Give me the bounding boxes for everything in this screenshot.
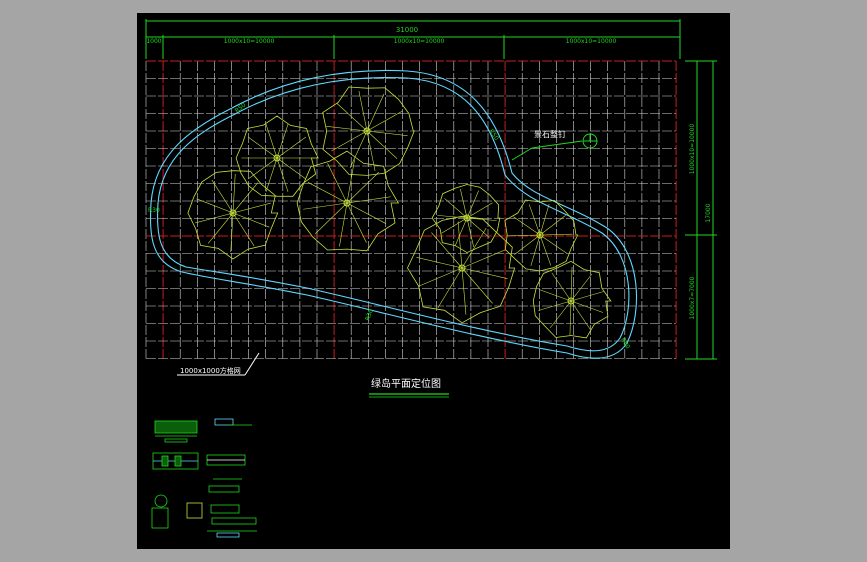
grid-note: 1000x1000方格网 xyxy=(180,366,241,375)
stone-label: 景石整钉 xyxy=(534,129,566,139)
tree-symbol xyxy=(532,260,612,339)
tree-symbol xyxy=(187,170,279,260)
cad-viewport[interactable]: 31000 1000 1000x10=10000 1000x10=10000 1… xyxy=(137,13,730,549)
dim-right-upper: 1000x10=10000 xyxy=(689,124,696,175)
curve-label-c: R30 xyxy=(148,207,160,214)
dim-right-lower: 1000x7=7000 xyxy=(689,276,696,319)
grid-1000x1000 xyxy=(145,60,677,359)
curve-label-a: R50 xyxy=(234,101,248,114)
dim-top-seg2: 1000x10=10000 xyxy=(394,38,445,45)
detail-thumbnails xyxy=(151,418,257,538)
dim-top-seg3: 1000x10=10000 xyxy=(566,38,617,45)
drawing-title: 绿岛平面定位图 xyxy=(371,377,441,390)
tree-group xyxy=(187,86,612,339)
dim-top-total: 31000 xyxy=(396,26,418,34)
curve-label-b: R50 xyxy=(487,128,500,142)
tree-symbol xyxy=(504,199,579,272)
dim-top-seg1: 1000x10=10000 xyxy=(224,38,275,45)
dim-top-first: 1000 xyxy=(146,38,161,45)
dim-right-total: 17000 xyxy=(705,203,712,222)
curve-label-d: R30 xyxy=(364,308,375,322)
drawing-canvas: 31000 1000 1000x10=10000 1000x10=10000 1… xyxy=(145,19,717,538)
